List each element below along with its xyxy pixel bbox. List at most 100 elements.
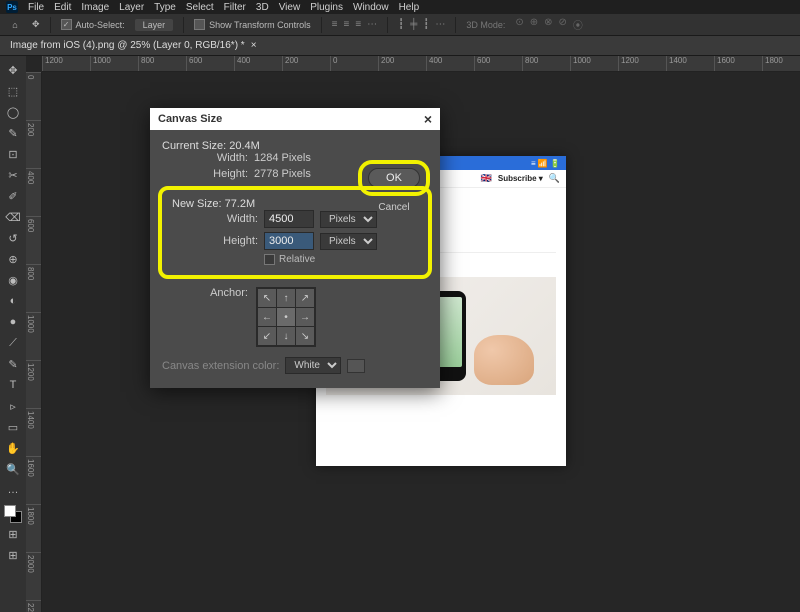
marquee-tool-icon[interactable]: ⬚ xyxy=(2,81,24,101)
extension-color-row: Canvas extension color: White xyxy=(162,357,428,374)
anchor-nw[interactable]: ↖ xyxy=(258,289,276,307)
anchor-se[interactable]: ↘ xyxy=(296,327,314,345)
subscribe-link: Subscribe ▾ xyxy=(498,174,543,183)
extension-color-swatch[interactable] xyxy=(347,359,365,373)
eyedropper-tool-icon[interactable]: ✐ xyxy=(2,186,24,206)
move-tool-icon: ✥ xyxy=(32,19,40,30)
crop-tool-icon[interactable]: ⊡ xyxy=(2,144,24,164)
document-tab-bar: Image from iOS (4).png @ 25% (Layer 0, R… xyxy=(0,36,800,56)
divider xyxy=(321,17,322,33)
menu-view[interactable]: View xyxy=(279,2,301,13)
brush-tool-icon[interactable]: ↺ xyxy=(2,228,24,248)
align-center-icon[interactable]: ≡ xyxy=(343,19,349,30)
app-icon: Ps xyxy=(6,1,18,13)
3d-mode-label: 3D Mode: xyxy=(466,20,505,30)
menu-bar: Ps File Edit Image Layer Type Select Fil… xyxy=(0,0,800,14)
dialog-titlebar[interactable]: Canvas Size × xyxy=(150,108,440,130)
show-transform-group: Show Transform Controls xyxy=(194,19,311,30)
width-input[interactable] xyxy=(264,210,314,228)
more-icon[interactable]: ⋯ xyxy=(435,19,445,30)
anchor-c[interactable]: • xyxy=(277,308,295,326)
menu-file[interactable]: File xyxy=(28,2,44,13)
ok-button[interactable]: OK xyxy=(368,168,420,188)
menu-edit[interactable]: Edit xyxy=(54,2,71,13)
menu-select[interactable]: Select xyxy=(186,2,214,13)
height-units-select[interactable]: Pixels xyxy=(320,233,377,250)
relative-row: Relative xyxy=(264,254,418,265)
anchor-s[interactable]: ↓ xyxy=(277,327,295,345)
anchor-label: Anchor: xyxy=(162,287,248,299)
extension-color-select[interactable]: White xyxy=(285,357,341,374)
3d-icon[interactable]: ⊗ xyxy=(544,17,552,32)
anchor-w[interactable]: ← xyxy=(258,308,276,326)
menu-filter[interactable]: Filter xyxy=(224,2,246,13)
search-icon: 🔍 xyxy=(549,173,560,184)
canvas-area[interactable]: 1800160014001200100080060040020002004006… xyxy=(26,56,800,612)
move-tool-icon[interactable]: ✥ xyxy=(2,60,24,80)
shape-tool-icon[interactable]: ▭ xyxy=(2,417,24,437)
anchor-section: Anchor: ↖ ↑ ↗ ← • → ↙ ↓ ↘ xyxy=(162,287,428,347)
width-label: Width: xyxy=(162,152,248,164)
eraser-tool-icon[interactable]: ◐ xyxy=(2,291,24,311)
flag-icon: 🇬🇧 xyxy=(481,173,492,184)
fg-color-swatch[interactable] xyxy=(4,505,16,517)
tools-panel: ✥ ⬚ ◯ ✎ ⊡ ✂ ✐ ⌫ ↺ ⊕ ◉ ◐ ● ⟋ ✎ T ▹ ▭ ✋ 🔍 … xyxy=(0,56,26,612)
new-size-highlight: New Size: 77.2M Width: Pixels Height: Pi… xyxy=(158,186,432,279)
anchor-n[interactable]: ↑ xyxy=(277,289,295,307)
divider xyxy=(387,17,388,33)
type-tool-icon[interactable]: T xyxy=(2,375,24,395)
hand-tool-icon[interactable]: ✋ xyxy=(2,438,24,458)
anchor-ne[interactable]: ↗ xyxy=(296,289,314,307)
anchor-sw[interactable]: ↙ xyxy=(258,327,276,345)
path-tool-icon[interactable]: ▹ xyxy=(2,396,24,416)
blur-tool-icon[interactable]: ⟋ xyxy=(2,333,24,353)
heal-tool-icon[interactable]: ⌫ xyxy=(2,207,24,227)
zoom-tool-icon[interactable]: 🔍 xyxy=(2,459,24,479)
dist-top-icon[interactable]: ┇ xyxy=(398,19,404,30)
height-input[interactable] xyxy=(264,232,314,250)
relative-checkbox[interactable] xyxy=(264,254,275,265)
screen-mode-icon[interactable]: ⊞ xyxy=(2,545,24,565)
close-icon[interactable]: × xyxy=(424,111,432,127)
auto-select-checkbox[interactable]: ✓ xyxy=(61,19,72,30)
dist-vcenter-icon[interactable]: ╪ xyxy=(410,19,417,30)
divider xyxy=(455,17,456,33)
color-swatch[interactable] xyxy=(4,505,22,523)
3d-icon[interactable]: ⦿ xyxy=(573,17,583,32)
menu-3d[interactable]: 3D xyxy=(256,2,269,13)
3d-icon[interactable]: ⊙ xyxy=(515,17,523,32)
menu-type[interactable]: Type xyxy=(154,2,176,13)
auto-select-label: Auto-Select: xyxy=(76,20,125,30)
stamp-tool-icon[interactable]: ⊕ xyxy=(2,249,24,269)
menu-plugins[interactable]: Plugins xyxy=(310,2,343,13)
document-tab-title[interactable]: Image from iOS (4).png @ 25% (Layer 0, R… xyxy=(10,40,245,51)
frame-tool-icon[interactable]: ✂ xyxy=(2,165,24,185)
more-icon[interactable]: ⋯ xyxy=(367,19,377,30)
document-tab-close-icon[interactable]: × xyxy=(251,40,257,51)
more-tools-icon[interactable]: … xyxy=(2,480,24,500)
menu-layer[interactable]: Layer xyxy=(119,2,144,13)
pen-tool-icon[interactable]: ✎ xyxy=(2,354,24,374)
menu-image[interactable]: Image xyxy=(81,2,109,13)
current-size-label: Current Size: 20.4M xyxy=(162,140,428,152)
menu-help[interactable]: Help xyxy=(399,2,420,13)
lasso-tool-icon[interactable]: ◯ xyxy=(2,102,24,122)
width-units-select[interactable]: Pixels xyxy=(320,211,377,228)
menu-window[interactable]: Window xyxy=(353,2,389,13)
quick-mask-icon[interactable]: ⊞ xyxy=(2,524,24,544)
wand-tool-icon[interactable]: ✎ xyxy=(2,123,24,143)
3d-icon[interactable]: ⊕ xyxy=(530,17,538,32)
gradient-tool-icon[interactable]: ● xyxy=(2,312,24,332)
show-tc-checkbox[interactable] xyxy=(194,19,205,30)
divider xyxy=(183,17,184,33)
home-icon[interactable]: ⌂ xyxy=(8,18,22,32)
align-left-icon[interactable]: ≡ xyxy=(332,19,338,30)
auto-select-mode-dropdown[interactable]: Layer xyxy=(135,19,174,31)
anchor-e[interactable]: → xyxy=(296,308,314,326)
3d-icon[interactable]: ⊘ xyxy=(559,17,567,32)
workspace: ✥ ⬚ ◯ ✎ ⊡ ✂ ✐ ⌫ ↺ ⊕ ◉ ◐ ● ⟋ ✎ T ▹ ▭ ✋ 🔍 … xyxy=(0,56,800,612)
history-tool-icon[interactable]: ◉ xyxy=(2,270,24,290)
align-right-icon[interactable]: ≡ xyxy=(355,19,361,30)
divider xyxy=(50,17,51,33)
dist-bottom-icon[interactable]: ┇ xyxy=(423,19,429,30)
